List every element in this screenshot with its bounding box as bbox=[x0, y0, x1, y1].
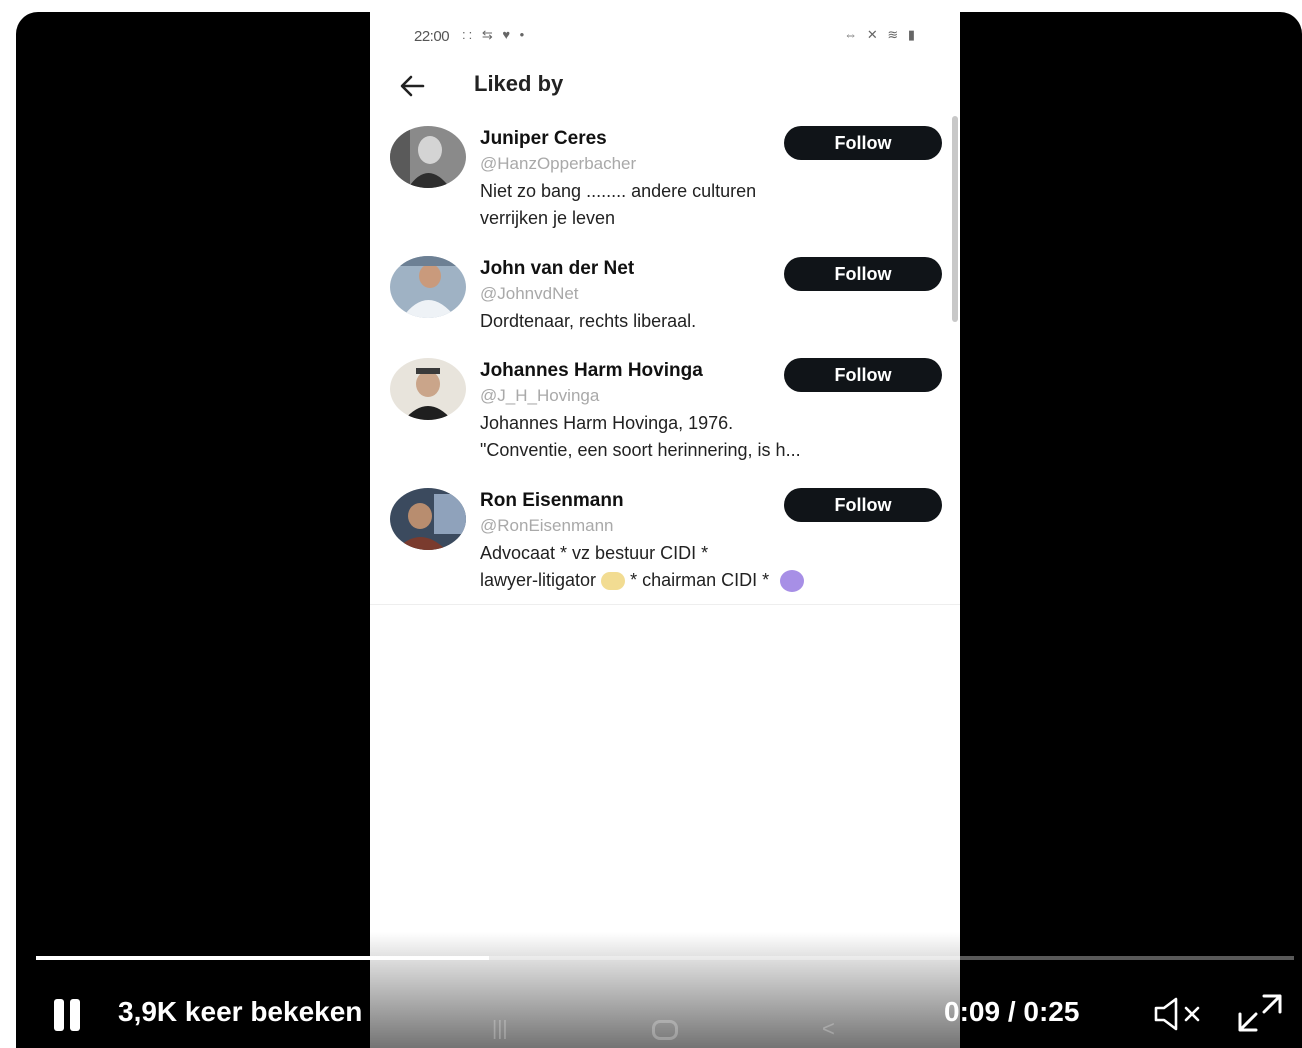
user-handle[interactable]: @JohnvdNet bbox=[480, 284, 579, 304]
follow-button[interactable]: Follow bbox=[784, 358, 942, 392]
video-player[interactable]: 22:00 :: ⇆ ♥ • ⇔ ✕ ≋ ▮ Liked by Juniper … bbox=[16, 12, 1302, 1048]
user-name[interactable]: John van der Net bbox=[480, 258, 634, 280]
list-item[interactable]: Juniper Ceres @HanzOpperbacher Niet zo b… bbox=[370, 116, 960, 248]
time-readout: 0:09 / 0:25 bbox=[944, 996, 1079, 1028]
user-bio: Niet zo bang ........ andere culturen ve… bbox=[480, 178, 940, 232]
list-item[interactable]: Johannes Harm Hovinga @J_H_Hovinga Johan… bbox=[370, 348, 960, 478]
liked-by-list: Juniper Ceres @HanzOpperbacher Niet zo b… bbox=[370, 116, 960, 604]
fullscreen-icon[interactable] bbox=[1236, 992, 1284, 1034]
bio-line: verrijken je leven bbox=[480, 208, 616, 228]
user-name[interactable]: Johannes Harm Hovinga bbox=[480, 360, 703, 382]
purple-circle-icon bbox=[780, 570, 805, 593]
speaker-muted-icon[interactable] bbox=[1152, 996, 1204, 1032]
page-title: Liked by bbox=[474, 71, 564, 96]
list-item[interactable]: John van der Net @JohnvdNet Dordtenaar, … bbox=[370, 248, 960, 348]
user-bio: Dordtenaar, rechts liberaal. bbox=[480, 308, 940, 335]
home-icon bbox=[652, 1020, 678, 1040]
bio-line: Johannes Harm Hovinga, 1976. bbox=[480, 413, 734, 433]
view-count: 3,9K keer bekeken bbox=[118, 996, 363, 1027]
bio-line-part: lawyer-litigator bbox=[480, 570, 597, 590]
status-notification-icons: :: ⇆ ♥ • bbox=[462, 27, 528, 42]
time-separator: / bbox=[1000, 996, 1024, 1027]
recent-apps-icon: ||| bbox=[492, 1018, 508, 1040]
status-bar: 22:00 :: ⇆ ♥ • ⇔ ✕ ≋ ▮ bbox=[370, 12, 960, 62]
bio-line: "Conventie, een soort herinnering, is h.… bbox=[480, 440, 801, 460]
bio-line-part: * chairman CIDI * bbox=[630, 570, 770, 590]
status-system-icons: ⇔ ✕ ≋ ▮ bbox=[844, 27, 918, 42]
list-item[interactable]: Ron Eisenmann @RonEisenmann Advocaat * v… bbox=[370, 478, 960, 604]
current-time: 0:09 bbox=[944, 996, 1001, 1027]
user-name[interactable]: Juniper Ceres bbox=[480, 128, 607, 150]
user-bio: Johannes Harm Hovinga, 1976. "Conventie,… bbox=[480, 410, 940, 464]
phone-screen: 22:00 :: ⇆ ♥ • ⇔ ✕ ≋ ▮ Liked by Juniper … bbox=[370, 12, 960, 1048]
progress-fill bbox=[36, 956, 489, 960]
user-handle[interactable]: @J_H_Hovinga bbox=[480, 386, 599, 406]
bio-line: Niet zo bang ........ andere culturen bbox=[480, 181, 757, 201]
user-handle[interactable]: @RonEisenmann bbox=[480, 516, 614, 536]
progress-bar[interactable] bbox=[36, 956, 1294, 960]
bio-line: Advocaat * vz bestuur CIDI * bbox=[480, 543, 709, 563]
avatar[interactable] bbox=[390, 256, 466, 318]
avatar[interactable] bbox=[390, 358, 466, 420]
arrow-left-icon[interactable] bbox=[396, 70, 428, 102]
follow-button[interactable]: Follow bbox=[784, 257, 942, 291]
header: Liked by bbox=[370, 62, 960, 114]
duration: 0:25 bbox=[1023, 996, 1080, 1027]
emoji-icon bbox=[601, 572, 626, 591]
avatar[interactable] bbox=[390, 126, 466, 188]
status-time: 22:00 bbox=[414, 28, 450, 45]
bio-line: lawyer-litigator * chairman CIDI * bbox=[480, 567, 940, 594]
pause-icon[interactable] bbox=[50, 997, 86, 1033]
follow-button[interactable]: Follow bbox=[784, 488, 942, 522]
nav-back-icon: < bbox=[822, 1016, 835, 1041]
follow-button[interactable]: Follow bbox=[784, 126, 942, 160]
scrollbar[interactable] bbox=[952, 116, 958, 322]
list-divider bbox=[370, 604, 960, 605]
user-handle[interactable]: @HanzOpperbacher bbox=[480, 154, 636, 174]
user-name[interactable]: Ron Eisenmann bbox=[480, 490, 624, 512]
phone-nav-bar: ||| < bbox=[370, 1012, 960, 1048]
user-bio: Advocaat * vz bestuur CIDI * lawyer-liti… bbox=[480, 540, 940, 594]
avatar[interactable] bbox=[390, 488, 466, 550]
bio-line: Dordtenaar, rechts liberaal. bbox=[480, 311, 697, 331]
